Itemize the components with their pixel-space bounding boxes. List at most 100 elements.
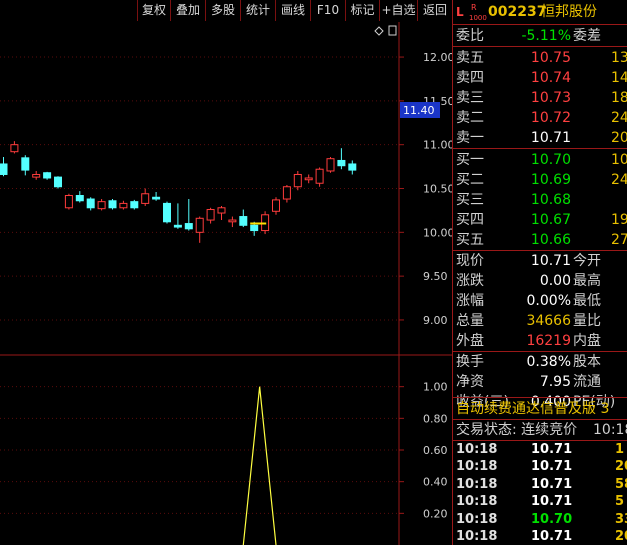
candle-body <box>86 198 95 209</box>
divider <box>453 148 627 149</box>
chart-grid <box>0 56 404 514</box>
tick-time: 10:18 <box>456 442 498 457</box>
toolbar-back-button[interactable]: 返回 <box>417 0 452 21</box>
buy-price: 10.70 <box>530 152 571 168</box>
stat-row-pct: 涨幅 0.00% 最低 <box>453 291 627 311</box>
tick-price: 10.70 <box>531 511 573 527</box>
candle-body <box>282 186 291 200</box>
toolbar-diejia-button[interactable]: 叠加 <box>170 0 205 21</box>
indicator-axis-label: 0.60 <box>423 444 448 457</box>
weibi-label: 委比 <box>456 28 484 44</box>
toolbar-duogu-button[interactable]: 多股 <box>205 0 240 21</box>
buy-label: 买四 <box>456 212 484 228</box>
chart-toolbar: 复权 叠加 多股 统计 画线 F10 标记 +自选 返回 <box>0 0 452 22</box>
candle-body <box>315 168 324 184</box>
toolbar-huaxian-button[interactable]: 画线 <box>275 0 310 21</box>
stat-value: 0.00 <box>539 273 571 289</box>
candle <box>282 184 291 203</box>
candle-body <box>228 219 237 223</box>
stat-value: 10.71 <box>530 253 571 269</box>
sell-price: 10.75 <box>530 50 571 66</box>
candle <box>337 148 346 170</box>
promo-banner[interactable]: 自动续费通达信普及版 3 <box>453 399 627 419</box>
candle <box>348 160 357 175</box>
toolbar-biaoji-button[interactable]: 标记 <box>345 0 379 21</box>
buy-5-row: 买五 10.66 27 <box>453 230 627 250</box>
tick-time: 10:18 <box>456 494 498 510</box>
sell-volume: 24 <box>611 110 627 126</box>
candle-body <box>272 199 280 212</box>
candle-body <box>43 172 52 179</box>
candle <box>141 188 150 207</box>
buy-label: 买二 <box>456 172 484 188</box>
toolbar-tongji-button[interactable]: 统计 <box>240 0 275 21</box>
weibi-value: -5.11% <box>521 28 571 44</box>
indicator-series <box>242 386 277 545</box>
sell-4-row: 卖四 10.74 14 <box>453 68 627 88</box>
sell-1-row: 卖一 10.71 20 <box>453 128 627 148</box>
indicator-axis-label: 0.80 <box>423 412 448 425</box>
toolbar-fuquan-button[interactable]: 复权 <box>137 0 170 21</box>
buy-price: 10.68 <box>530 192 571 208</box>
stat-row-volume: 总量 34666 量比 <box>453 311 627 331</box>
toolbar-add-watchlist-button[interactable]: +自选 <box>379 0 417 21</box>
indicator-axis-labels: 1.00 0.80 0.60 0.40 0.20 <box>423 381 448 521</box>
divider <box>453 46 627 47</box>
tick-time: 10:18 <box>456 459 498 475</box>
candle-body <box>21 157 30 171</box>
divider <box>453 397 627 398</box>
trade-status-time: 10:18 <box>593 422 627 438</box>
toolbar-f10-button[interactable]: F10 <box>310 0 345 21</box>
tick-row: 10:18 10.71 20 <box>453 528 627 545</box>
candle-body <box>348 163 357 171</box>
current-price-tag: 11.40 <box>403 104 435 117</box>
candle-body <box>206 209 215 221</box>
tick-row: 10:18 10.70 33 <box>453 511 627 529</box>
sell-label: 卖五 <box>456 50 484 66</box>
candle <box>54 176 62 189</box>
candle-body <box>75 195 84 202</box>
candle-body <box>217 207 226 214</box>
candle <box>32 170 41 180</box>
candle <box>64 193 73 210</box>
candle <box>184 199 193 231</box>
kline-chart-canvas[interactable]: 12.0011.5011.0010.5010.009.509.00 1.000.… <box>0 22 452 545</box>
candle <box>10 141 19 154</box>
candlestick-series <box>0 141 357 243</box>
stat-label: 现价 <box>456 253 484 269</box>
candle <box>163 201 171 224</box>
sell-price: 10.72 <box>530 110 571 126</box>
buy-volume: 10 <box>611 152 627 168</box>
promo-text[interactable]: 自动续费通达信普及版 3 <box>456 399 609 419</box>
indicator-axis-label: 0.20 <box>423 507 448 520</box>
tick-row: 10:18 10.71 1 <box>453 441 627 459</box>
buy-4-row: 买四 10.67 19 <box>453 210 627 230</box>
sell-volume: 14 <box>611 70 627 86</box>
sell-volume: 18 <box>611 90 627 106</box>
candle <box>108 199 117 210</box>
sell-price: 10.71 <box>530 130 571 146</box>
candle <box>206 207 215 224</box>
candle <box>97 199 106 211</box>
panel-toggle-icon[interactable] <box>388 25 397 36</box>
tick-price: 10.71 <box>531 442 573 457</box>
candle-body <box>337 159 346 167</box>
stat-label-2: 最低 <box>573 293 601 309</box>
divider <box>453 24 627 25</box>
buy-label: 买一 <box>456 152 484 168</box>
candle-body <box>304 177 313 181</box>
stat-label: 涨幅 <box>456 293 484 309</box>
candle-body <box>64 195 73 209</box>
trade-status-text: 交易状态: 连续竞价 <box>456 422 578 438</box>
candle <box>173 203 182 229</box>
candle-body <box>0 163 8 175</box>
sell-label: 卖三 <box>456 90 484 106</box>
tick-row: 10:18 10.71 20 <box>453 458 627 476</box>
kline-chart[interactable]: 12.00 11.50 11.00 10.50 10.00 9.50 9.00 1.00 0.… <box>0 22 452 545</box>
candle <box>326 156 335 173</box>
tick-time: 10:18 <box>456 511 498 527</box>
candle-body <box>250 224 259 232</box>
candle-body <box>293 173 302 188</box>
buy-volume: 19 <box>611 212 627 228</box>
buy-price: 10.69 <box>530 172 571 188</box>
